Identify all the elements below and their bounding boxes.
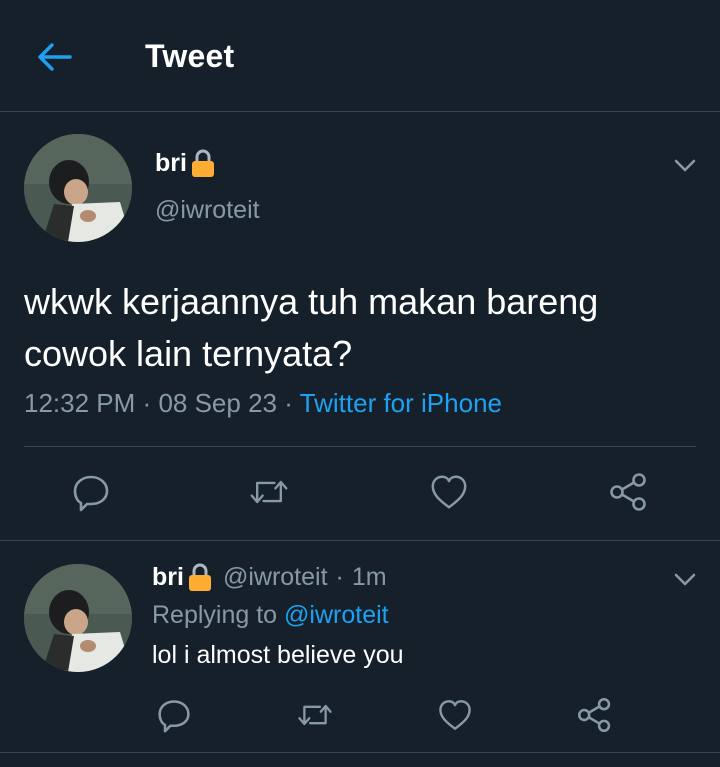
replying-to: Replying to @iwroteit	[152, 601, 389, 630]
chevron-down-icon[interactable]	[670, 150, 700, 180]
share-icon	[610, 473, 646, 511]
top-bar: Tweet	[0, 0, 720, 112]
reply-text: lol i almost believe you	[152, 641, 404, 669]
meta-separator: ·	[284, 388, 293, 418]
share-button[interactable]	[577, 697, 613, 733]
author-handle[interactable]: @iwroteit	[155, 196, 260, 225]
author-handle[interactable]: @iwroteit	[223, 563, 328, 592]
replying-mention-link[interactable]: @iwroteit	[284, 601, 389, 629]
meta-separator: ·	[335, 562, 344, 591]
reply-button[interactable]	[71, 472, 111, 512]
share-icon	[577, 697, 611, 733]
page-title: Tweet	[145, 38, 235, 74]
retweet-button[interactable]	[249, 472, 289, 512]
share-button[interactable]	[609, 472, 649, 512]
reply-icon	[158, 700, 190, 733]
like-button[interactable]	[437, 697, 473, 733]
tweet-date: 08 Sep 23	[158, 388, 277, 418]
avatar[interactable]	[24, 564, 132, 672]
like-button[interactable]	[429, 472, 469, 512]
tweet-source-link[interactable]: Twitter for iPhone	[300, 388, 502, 418]
reply-icon	[73, 475, 109, 512]
retweet-icon	[250, 480, 288, 504]
lock-icon	[188, 563, 211, 591]
chevron-down-icon[interactable]	[670, 564, 700, 594]
like-icon	[431, 475, 467, 509]
back-button[interactable]	[30, 34, 80, 80]
tweet-meta: 12:32 PM · 08 Sep 23 · Twitter for iPhon…	[24, 388, 502, 419]
section-divider	[0, 752, 720, 753]
avatar-photo	[24, 134, 132, 242]
arrow-left-icon	[38, 43, 72, 71]
retweet-icon	[298, 704, 332, 726]
reply-header: bri @iwroteit · 1m	[152, 562, 387, 592]
meta-separator: ·	[142, 388, 152, 418]
avatar-photo	[24, 564, 132, 672]
replying-prefix: Replying to	[152, 601, 278, 629]
tweet-text: wkwk kerjaannya tuh makan bareng cowok l…	[24, 281, 599, 374]
section-divider	[0, 540, 720, 541]
avatar[interactable]	[24, 134, 132, 242]
author-name[interactable]: bri	[152, 562, 213, 592]
lock-icon	[191, 149, 214, 177]
retweet-button[interactable]	[297, 697, 333, 733]
author-name[interactable]: bri	[155, 148, 216, 178]
tweet-time: 12:32 PM	[24, 388, 136, 418]
like-icon	[439, 700, 471, 730]
divider	[24, 446, 696, 447]
reply-age: 1m	[351, 562, 387, 591]
reply-button[interactable]	[156, 697, 192, 733]
